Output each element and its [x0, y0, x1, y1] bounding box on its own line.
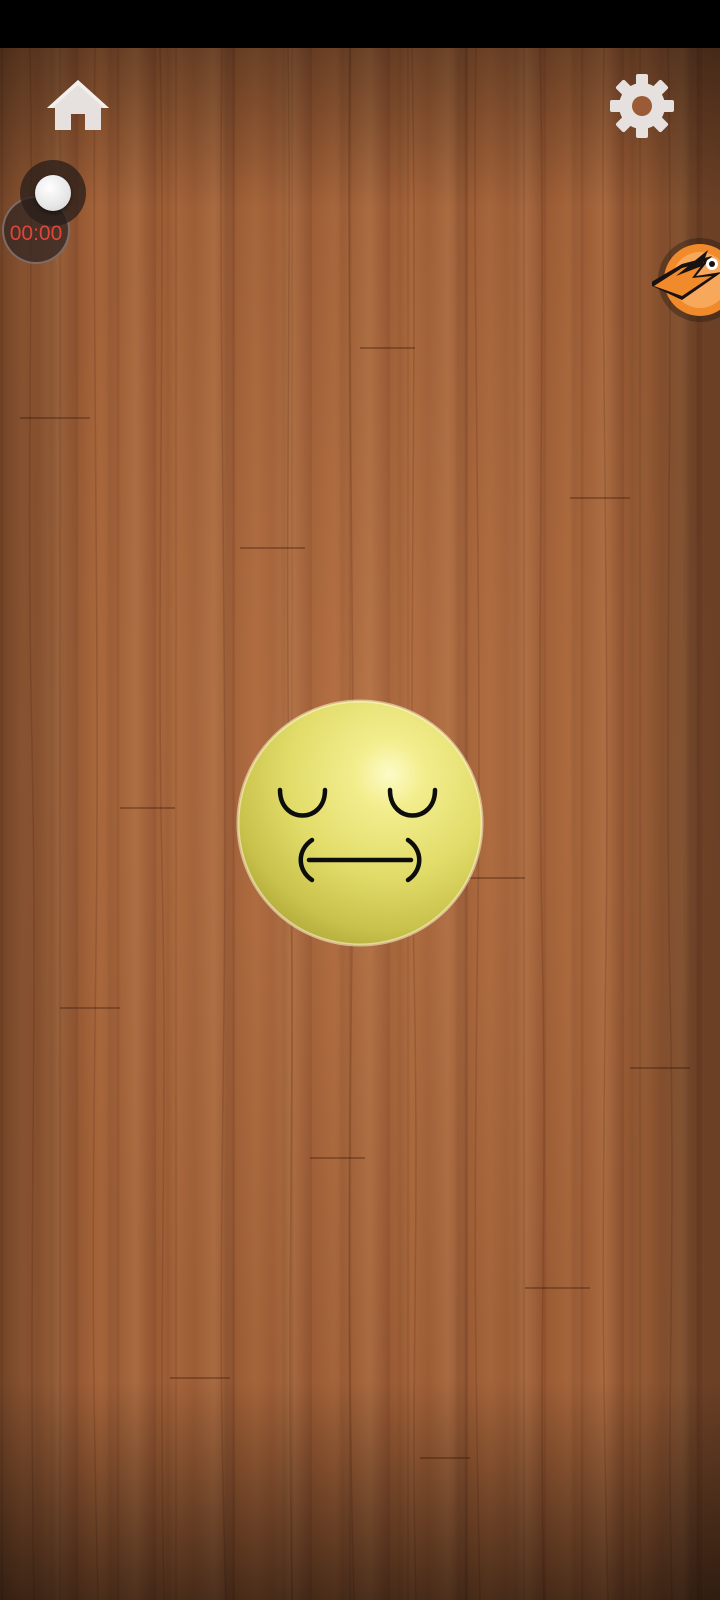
- home-icon: [47, 80, 109, 130]
- toggle-knob[interactable]: [35, 175, 71, 211]
- sleepy-face-ball: [236, 699, 484, 948]
- timer-widget: [0, 160, 100, 270]
- ninja-badge-icon: [648, 238, 720, 322]
- ninja-badge-button[interactable]: [648, 236, 720, 332]
- timer-toggle[interactable]: [20, 160, 86, 226]
- game-screen: 00:00: [0, 0, 720, 1600]
- timer-display: 00:00: [9, 222, 63, 245]
- settings-button[interactable]: [608, 72, 676, 140]
- squeeze-ball-character[interactable]: [235, 698, 485, 948]
- home-button[interactable]: [43, 76, 113, 136]
- status-bar: [0, 0, 720, 48]
- gear-icon: [610, 74, 674, 138]
